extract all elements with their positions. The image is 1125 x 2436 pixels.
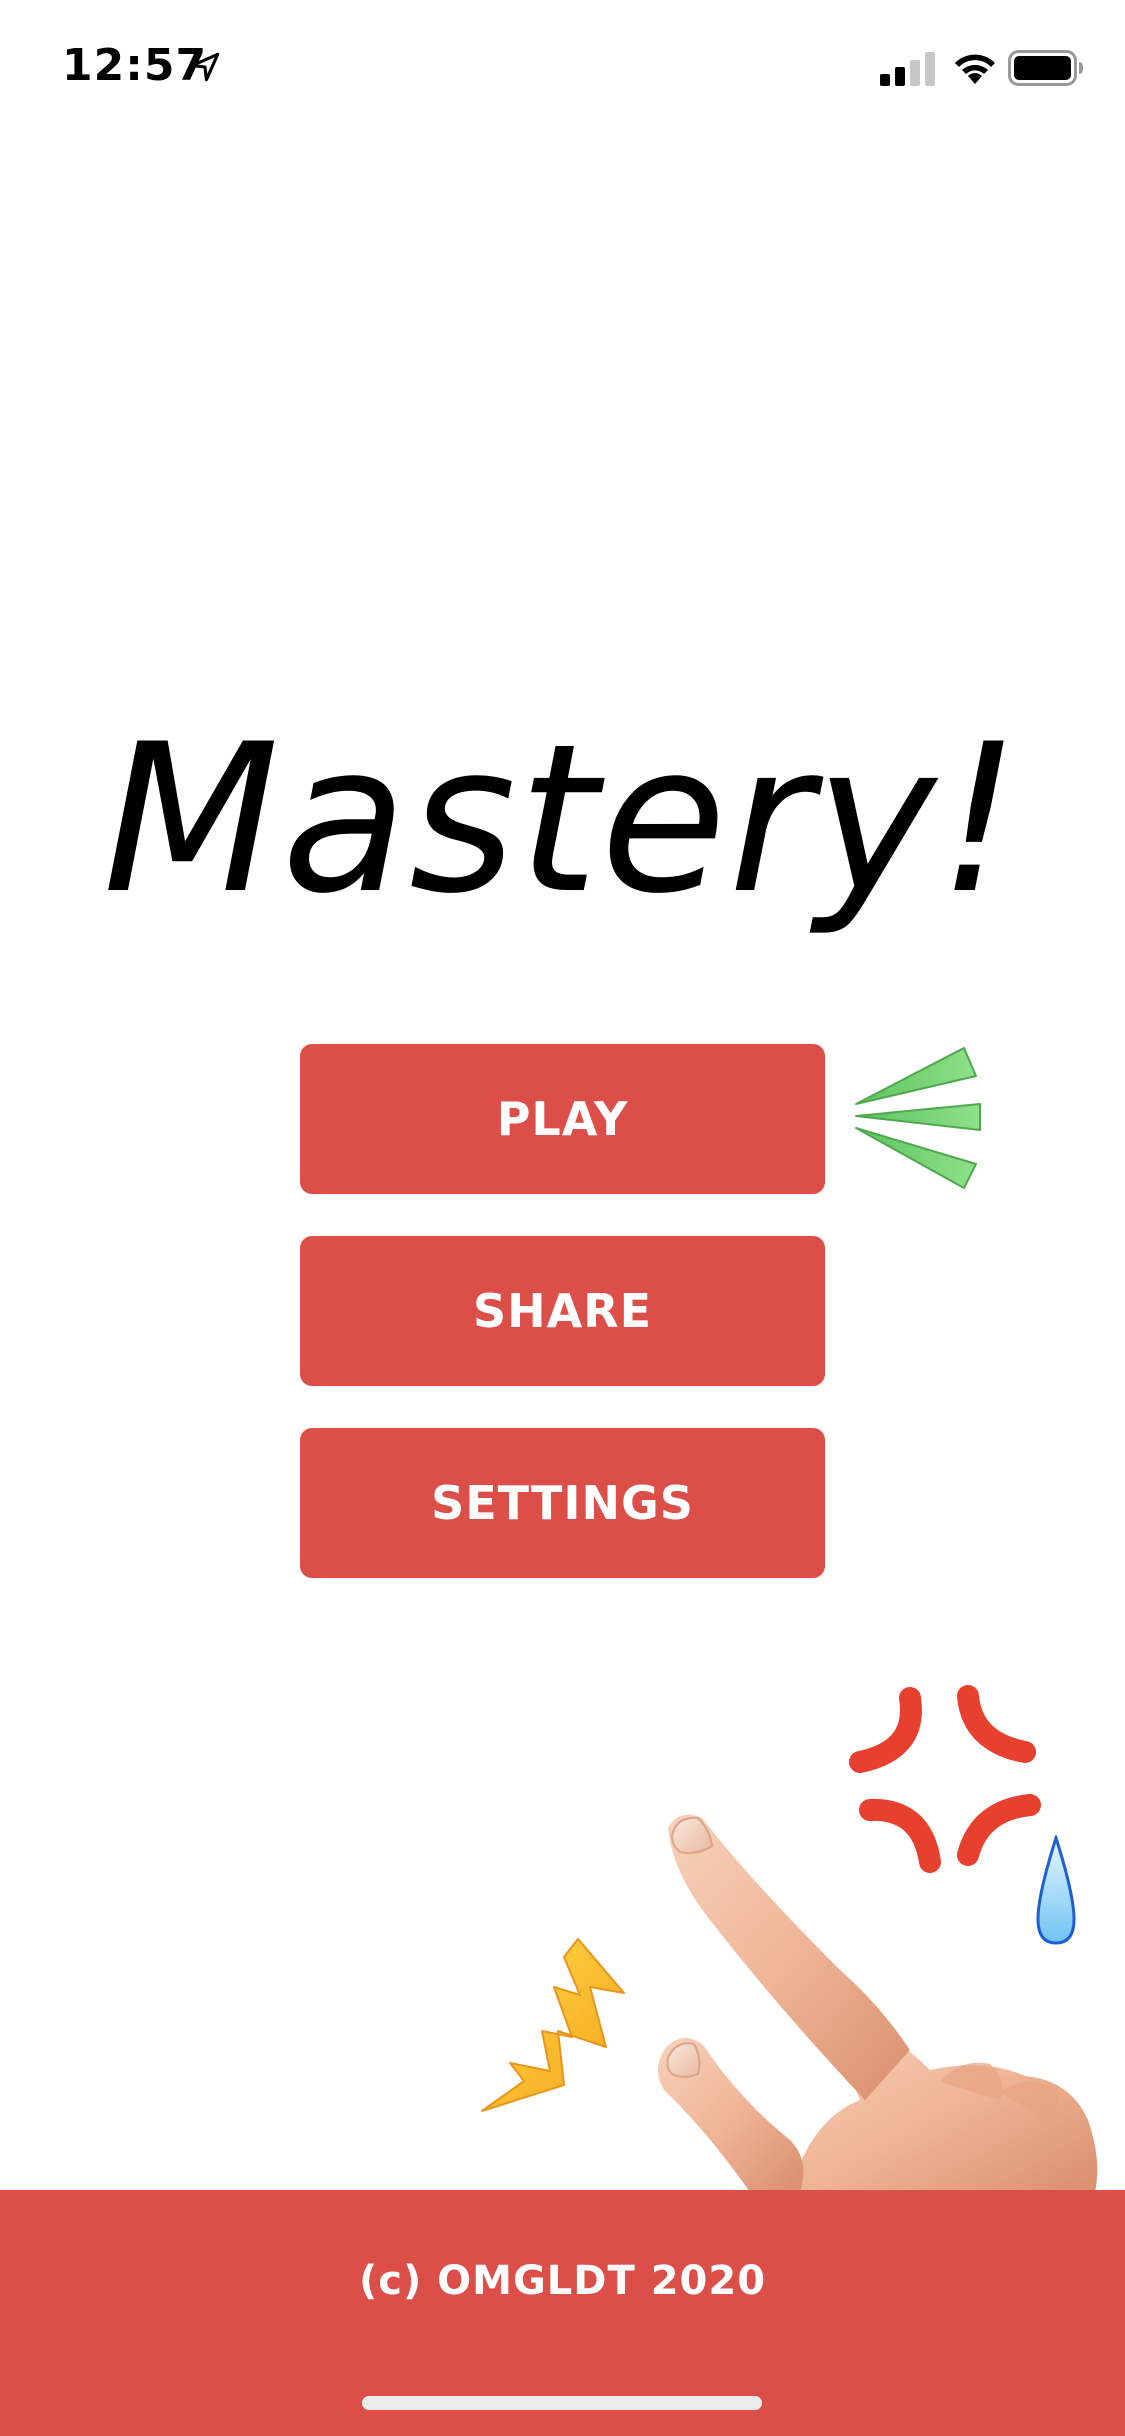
green-lines-icon	[855, 1047, 981, 1189]
share-button[interactable]: SHARE	[300, 1236, 825, 1386]
app-screen: 12:57 Mastery! PLAY SHARE SETTINGS (c) O…	[0, 0, 1125, 2436]
cellular-signal-icon	[880, 52, 935, 86]
home-indicator[interactable]	[362, 2396, 762, 2410]
lightning-spark-icon	[481, 1938, 625, 2112]
play-button[interactable]: PLAY	[300, 1044, 825, 1194]
status-bar: 12:57	[0, 0, 1125, 140]
location-arrow-icon	[190, 52, 220, 82]
copyright-text: (c) OMGLDT 2020	[358, 2258, 767, 2304]
pointing-hand-image	[658, 1814, 1098, 2192]
wifi-icon	[955, 54, 995, 84]
app-title: Mastery!	[102, 701, 1023, 939]
settings-button[interactable]: SETTINGS	[300, 1428, 825, 1578]
status-time: 12:57	[62, 40, 208, 91]
battery-icon	[1008, 50, 1083, 86]
